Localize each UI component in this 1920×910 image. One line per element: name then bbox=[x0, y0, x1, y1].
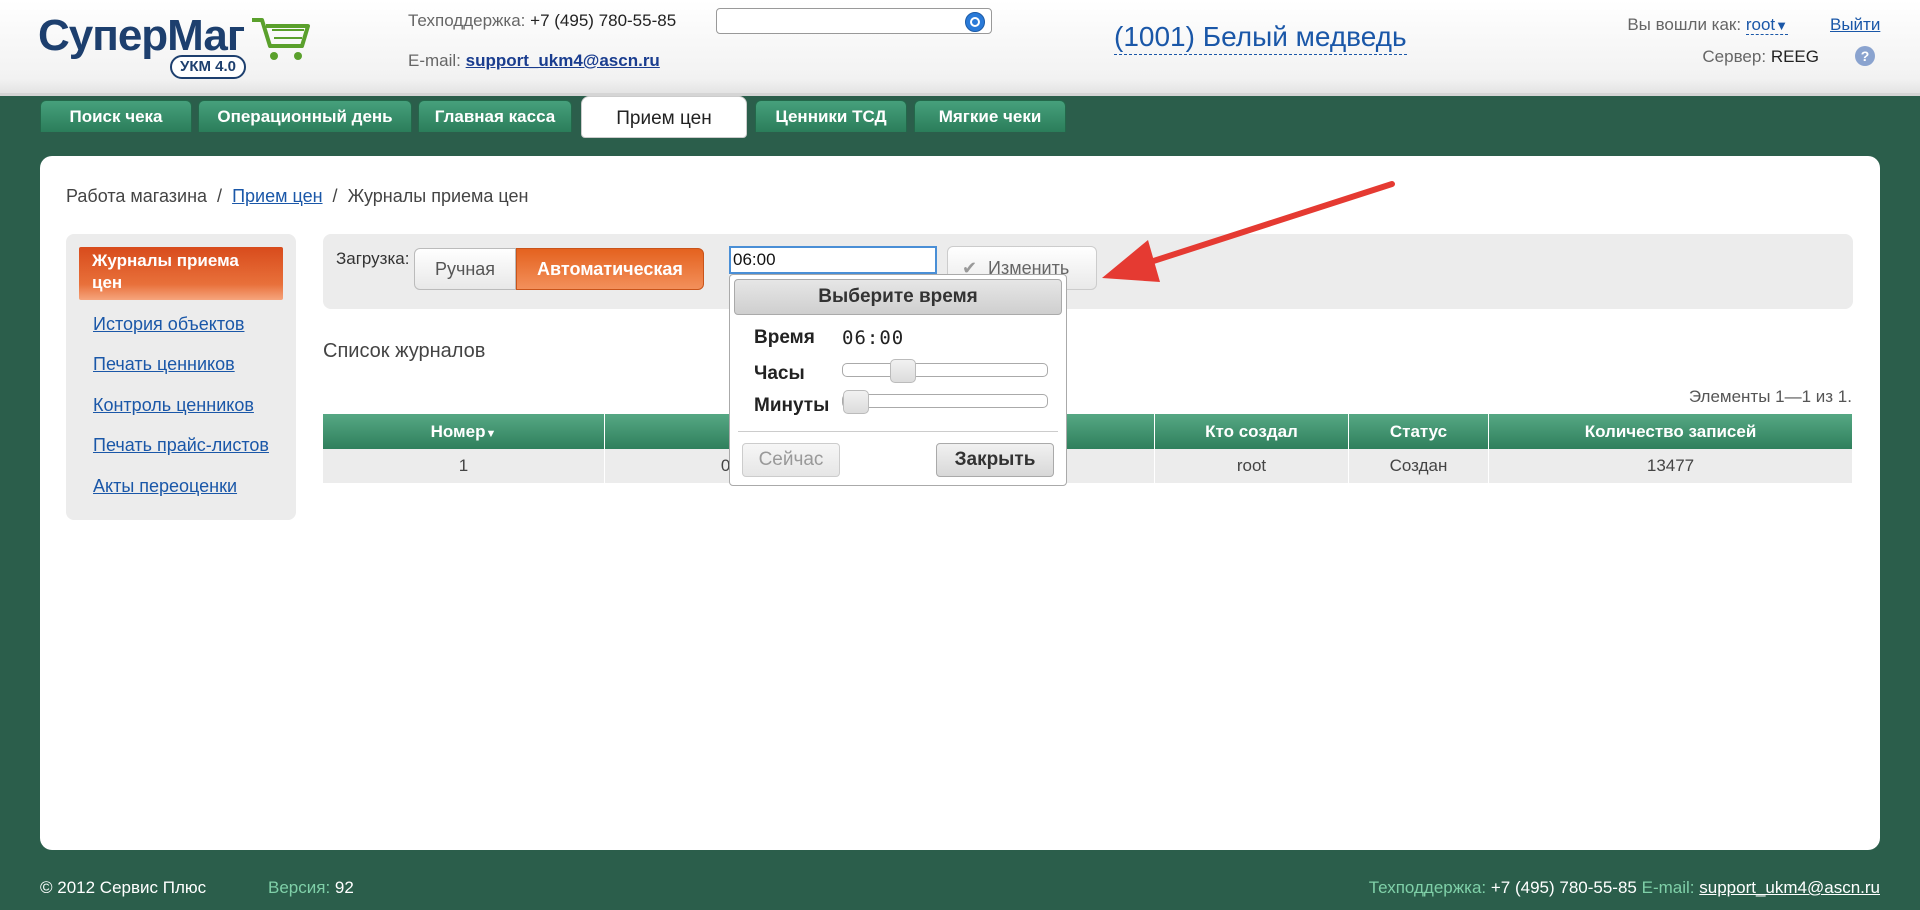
hours-label: Часы bbox=[754, 363, 805, 384]
column-header-status[interactable]: Статус bbox=[1348, 414, 1489, 449]
divider bbox=[738, 431, 1058, 432]
now-button[interactable]: Сейчас bbox=[742, 443, 840, 477]
list-title: Список журналов bbox=[323, 340, 486, 362]
column-header-number[interactable]: Номер▼ bbox=[323, 414, 605, 449]
login-label: Вы вошли как: bbox=[1627, 15, 1742, 34]
time-value: 06:00 bbox=[842, 327, 905, 349]
server-info: Сервер: REEG bbox=[1702, 47, 1819, 67]
support-phone-line: Техподдержка: +7 (495) 780-55-85 bbox=[408, 11, 676, 31]
search-icon[interactable] bbox=[965, 12, 985, 32]
cell-number: 1 bbox=[323, 449, 605, 483]
server-label: Сервер: bbox=[1702, 47, 1767, 66]
breadcrumb-separator: / bbox=[217, 186, 223, 206]
login-info: Вы вошли как: root▼ bbox=[1627, 15, 1788, 35]
minutes-label: Минуты bbox=[754, 395, 830, 416]
main-panel: Работа магазина / Прием цен / Журналы пр… bbox=[40, 156, 1880, 850]
table-header-row: Номер▼ Со Кто создал Статус Количество з… bbox=[323, 414, 1853, 449]
version-label: Версия: bbox=[268, 878, 331, 897]
email-label: E-mail: bbox=[408, 51, 461, 70]
hours-slider-handle[interactable] bbox=[890, 359, 916, 383]
elements-count: Элементы 1—1 из 1. bbox=[1688, 387, 1852, 406]
support-email-link[interactable]: support_ukm4@ascn.ru bbox=[466, 51, 660, 70]
footer-support: Техподдержка: +7 (495) 780-55-85 E-mail:… bbox=[1369, 878, 1880, 898]
sidebar-item-price-tag-control[interactable]: Контроль ценников bbox=[93, 395, 254, 416]
cell-status: Создан bbox=[1348, 449, 1489, 483]
column-header-record-count[interactable]: Количество записей bbox=[1488, 414, 1853, 449]
tab-operational-day[interactable]: Операционный день bbox=[198, 100, 412, 132]
load-label: Загрузка: bbox=[336, 249, 410, 268]
tab-price-receipt[interactable]: Прием цен bbox=[581, 96, 747, 138]
sidebar: Журналы приема цен История объектов Печа… bbox=[66, 234, 296, 520]
search-input[interactable] bbox=[716, 8, 992, 34]
server-name: REEG bbox=[1770, 47, 1819, 66]
sort-desc-icon: ▼ bbox=[485, 427, 497, 440]
time-picker-title: Выберите время bbox=[734, 279, 1062, 315]
column-header-creator[interactable]: Кто создал bbox=[1154, 414, 1349, 449]
close-button[interactable]: Закрыть bbox=[936, 443, 1054, 477]
annotation-arrow-icon bbox=[1102, 181, 1395, 282]
store-selector[interactable]: (1001) Белый медведь bbox=[1114, 20, 1407, 55]
header: СуперМаг УКМ 4.0 Техподдержка: +7 (495) … bbox=[0, 0, 1920, 96]
tab-soft-receipts[interactable]: Мягкие чеки bbox=[914, 100, 1066, 132]
hours-slider[interactable] bbox=[842, 359, 1048, 383]
minutes-slider[interactable] bbox=[842, 390, 1048, 414]
manual-load-button[interactable]: Ручная bbox=[414, 248, 516, 290]
user-menu[interactable]: root▼ bbox=[1745, 15, 1788, 35]
breadcrumb-separator: / bbox=[332, 186, 338, 206]
sidebar-item-object-history[interactable]: История объектов bbox=[93, 314, 244, 335]
footer-support-label: Техподдержка: bbox=[1368, 878, 1487, 897]
version-info: Версия: 92 bbox=[268, 878, 354, 898]
help-icon[interactable]: ? bbox=[1855, 46, 1875, 66]
tab-price-tags-tsd[interactable]: Ценники ТСД bbox=[755, 100, 907, 132]
load-mode-toolbar: Загрузка: Ручная Автоматическая 06:00 ✔ … bbox=[323, 234, 1853, 309]
footer-email-label: E-mail: bbox=[1641, 878, 1695, 897]
support-label: Техподдержка: bbox=[408, 11, 526, 30]
version-number: 92 bbox=[334, 878, 354, 897]
sidebar-item-revaluation-acts[interactable]: Акты переоценки bbox=[93, 476, 237, 497]
breadcrumb-root: Работа магазина bbox=[66, 186, 208, 206]
time-picker-popup: Выберите время Время 06:00 Часы Минуты С… bbox=[729, 274, 1067, 486]
time-input[interactable]: 06:00 bbox=[729, 246, 937, 274]
cell-record-count: 13477 bbox=[1488, 449, 1853, 483]
copyright: © 2012 Сервис Плюс bbox=[40, 878, 207, 897]
journals-table: Номер▼ Со Кто создал Статус Количество з… bbox=[323, 414, 1853, 483]
sidebar-item-print-price-tags[interactable]: Печать ценников bbox=[93, 354, 235, 375]
auto-load-button[interactable]: Автоматическая bbox=[516, 248, 704, 290]
support-email-line: E-mail: support_ukm4@ascn.ru bbox=[408, 51, 660, 71]
tab-receipt-search[interactable]: Поиск чека bbox=[40, 100, 192, 132]
sidebar-item-print-price-lists[interactable]: Печать прайс-листов bbox=[93, 435, 269, 456]
support-phone: +7 (495) 780-55-85 bbox=[530, 11, 677, 30]
breadcrumb-link-price-receipt[interactable]: Прием цен bbox=[232, 186, 322, 206]
breadcrumb-current: Журналы приема цен bbox=[347, 186, 529, 206]
footer-email-link[interactable]: support_ukm4@ascn.ru bbox=[1699, 878, 1880, 897]
logo[interactable]: СуперМаг УКМ 4.0 bbox=[38, 10, 318, 80]
breadcrumb: Работа магазина / Прием цен / Журналы пр… bbox=[66, 186, 528, 207]
time-label: Время bbox=[754, 327, 815, 348]
shopping-cart-icon bbox=[252, 18, 310, 60]
tab-main-cash[interactable]: Главная касса bbox=[418, 100, 572, 132]
table-row[interactable]: 1 05.06.20 ично root Создан 13477 bbox=[323, 449, 1853, 483]
footer-support-phone: +7 (495) 780-55-85 bbox=[1490, 878, 1637, 897]
chevron-down-icon: ▼ bbox=[1775, 18, 1788, 33]
logout-link[interactable]: Выйти bbox=[1830, 15, 1880, 35]
sidebar-item-price-journals[interactable]: Журналы приема цен bbox=[79, 247, 283, 300]
minutes-slider-handle[interactable] bbox=[843, 390, 869, 414]
version-badge: УКМ 4.0 bbox=[170, 55, 247, 79]
cell-creator: root bbox=[1154, 449, 1349, 483]
